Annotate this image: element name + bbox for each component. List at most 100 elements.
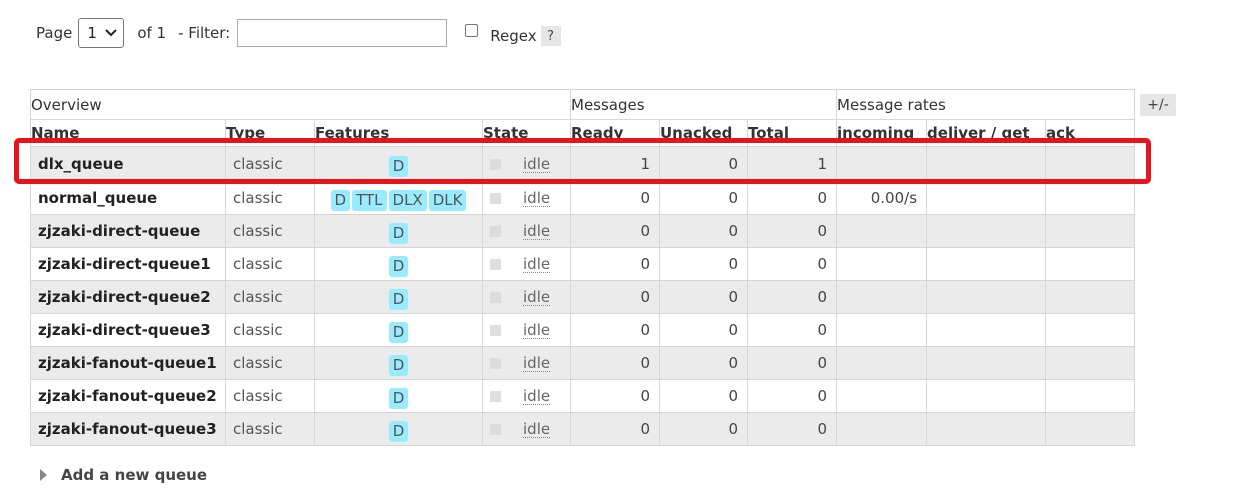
queue-name-link[interactable]: zjzaki-fanout-queue1 — [30, 346, 226, 380]
queue-name-link[interactable]: zjzaki-fanout-queue2 — [30, 379, 226, 413]
feature-tag[interactable]: D — [388, 222, 409, 244]
column-header-features[interactable]: Features — [314, 119, 483, 147]
queue-ready: 0 — [570, 313, 660, 347]
queue-state: idle — [482, 346, 571, 380]
table-row[interactable]: zjzaki-direct-queue1 classic Didle 0 0 0 — [30, 247, 1136, 281]
queue-name-link[interactable]: zjzaki-direct-queue2 — [30, 280, 226, 314]
feature-tag[interactable]: DLK — [428, 189, 467, 211]
regex-checkbox[interactable] — [465, 23, 479, 37]
queue-unacked: 0 — [659, 181, 748, 215]
table-row[interactable]: zjzaki-direct-queue classic Didle 0 0 0 — [30, 214, 1136, 248]
state-label: idle — [523, 287, 551, 306]
toggle-columns-button[interactable]: +/- — [1140, 94, 1176, 116]
table-row[interactable]: zjzaki-direct-queue3 classic Didle 0 0 0 — [30, 313, 1136, 347]
queue-total: 0 — [746, 214, 838, 248]
feature-tag[interactable]: D — [388, 321, 409, 343]
queue-incoming-rate — [836, 247, 928, 281]
feature-tag[interactable]: D — [388, 387, 409, 409]
state-label: idle — [523, 320, 551, 339]
queue-ack-rate — [1045, 247, 1136, 281]
queue-name-link[interactable]: normal_queue — [30, 181, 226, 215]
queue-features: D — [314, 280, 483, 314]
queue-total: 0 — [746, 280, 838, 314]
queue-ack-rate — [1045, 346, 1136, 380]
state-label: idle — [523, 353, 551, 372]
feature-tag[interactable]: D — [388, 288, 409, 310]
column-header-name[interactable]: Name — [30, 119, 226, 147]
state-label: idle — [523, 254, 551, 273]
table-row[interactable]: zjzaki-direct-queue2 classic Didle 0 0 0 — [30, 280, 1136, 314]
feature-tag[interactable]: TTL — [352, 189, 387, 211]
queue-ack-rate — [1045, 280, 1136, 314]
add-queue-section[interactable]: Add a new queue — [40, 465, 207, 485]
state-indicator: idle — [489, 421, 570, 438]
state-indicator: idle — [489, 190, 570, 207]
queue-ready: 1 — [570, 146, 660, 182]
queue-ready: 0 — [570, 379, 660, 413]
queue-state: idle — [482, 280, 571, 314]
queue-name-link[interactable]: dlx_queue — [30, 146, 226, 182]
feature-tag[interactable]: D — [388, 155, 409, 177]
queue-ready: 0 — [570, 247, 660, 281]
state-label: idle — [523, 419, 551, 438]
queue-unacked: 0 — [659, 214, 748, 248]
queue-deliver-get-rate — [926, 379, 1047, 413]
queues-table: Overview Messages Message rates Name Typ… — [30, 89, 1136, 446]
queue-name-link[interactable]: zjzaki-direct-queue1 — [30, 247, 226, 281]
table-row[interactable]: normal_queue classic D TTL DLX DLK idle 0 0 0 0.00… — [30, 181, 1136, 215]
queue-state: idle — [482, 181, 571, 215]
table-row[interactable]: dlx_queue classic Didle 1 0 1 — [30, 146, 1136, 182]
queue-ack-rate — [1045, 412, 1136, 446]
page-select-value: 1 — [87, 24, 97, 42]
queue-name-link[interactable]: zjzaki-direct-queue — [30, 214, 226, 248]
queue-unacked: 0 — [659, 280, 748, 314]
queue-type: classic — [225, 181, 315, 215]
chevron-down-icon — [105, 27, 118, 40]
queue-state: idle — [482, 146, 571, 182]
queue-ready: 0 — [570, 181, 660, 215]
column-header-type[interactable]: Type — [225, 119, 315, 147]
filter-input[interactable] — [237, 19, 448, 47]
queue-features: D — [314, 214, 483, 248]
feature-tag[interactable]: DLX — [388, 189, 427, 211]
queue-name-link[interactable]: zjzaki-direct-queue3 — [30, 313, 226, 347]
table-row[interactable]: zjzaki-fanout-queue2 classic Didle 0 0 0 — [30, 379, 1136, 413]
column-header-ready[interactable]: Ready — [570, 119, 660, 147]
column-header-deliver-get[interactable]: deliver / get — [926, 119, 1047, 147]
feature-tag[interactable]: D — [388, 354, 409, 376]
queue-unacked: 0 — [659, 247, 748, 281]
feature-tag[interactable]: D — [388, 255, 409, 277]
queue-ack-rate — [1045, 313, 1136, 347]
queue-total: 0 — [746, 412, 838, 446]
state-square-icon — [490, 291, 501, 303]
queue-ready: 0 — [570, 214, 660, 248]
column-header-ack[interactable]: ack — [1045, 119, 1136, 147]
state-square-icon — [490, 192, 501, 204]
feature-tag[interactable]: D — [330, 189, 351, 211]
queue-features: D — [314, 346, 483, 380]
queue-deliver-get-rate — [926, 346, 1047, 380]
state-indicator: idle — [489, 289, 570, 306]
queue-name-link[interactable]: zjzaki-fanout-queue3 — [30, 412, 226, 446]
state-square-icon — [490, 158, 501, 170]
queue-type: classic — [225, 346, 315, 380]
table-row[interactable]: zjzaki-fanout-queue3 classic Didle 0 0 0 — [30, 412, 1136, 446]
queue-features: D — [314, 247, 483, 281]
column-header-incoming[interactable]: incoming — [836, 119, 928, 147]
page-select[interactable]: 1 — [78, 18, 125, 48]
column-header-state[interactable]: State — [482, 119, 571, 147]
column-header-unacked[interactable]: Unacked — [659, 119, 748, 147]
queue-deliver-get-rate — [926, 313, 1047, 347]
state-indicator: idle — [489, 156, 570, 173]
feature-tag[interactable]: D — [388, 420, 409, 442]
regex-help-button[interactable]: ? — [540, 26, 561, 46]
column-header-total[interactable]: Total — [746, 119, 838, 147]
queue-unacked: 0 — [659, 412, 748, 446]
queue-type: classic — [225, 313, 315, 347]
queue-deliver-get-rate — [926, 214, 1047, 248]
queue-type: classic — [225, 214, 315, 248]
table-row[interactable]: zjzaki-fanout-queue1 classic Didle 0 0 0 — [30, 346, 1136, 380]
queue-total: 0 — [746, 313, 838, 347]
state-square-icon — [490, 357, 501, 369]
queue-deliver-get-rate — [926, 412, 1047, 446]
